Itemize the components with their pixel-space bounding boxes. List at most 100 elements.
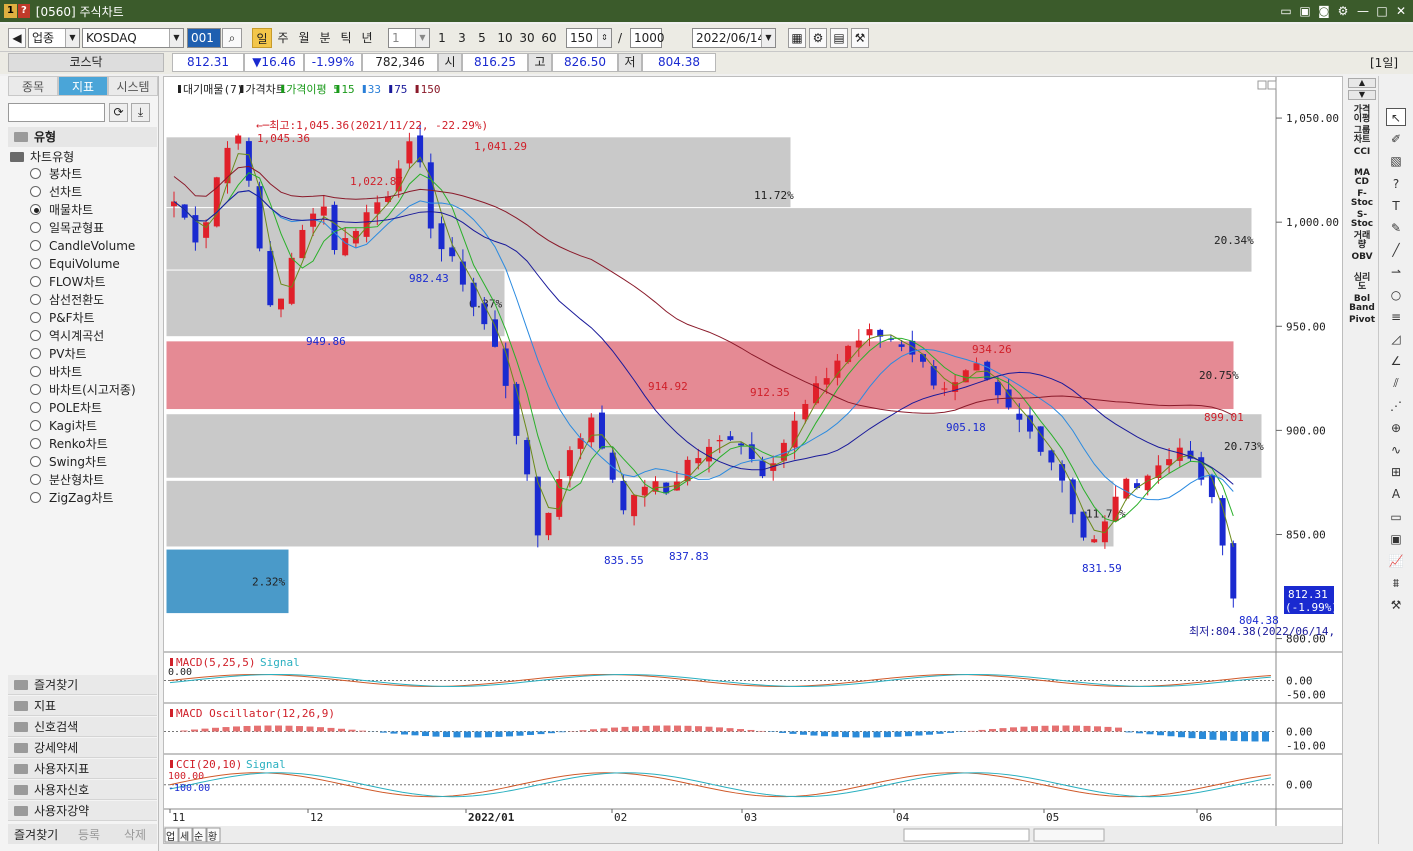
tools-icon[interactable]: ⚒ (851, 28, 869, 48)
radio-icon[interactable] (30, 240, 41, 251)
chart-type-item[interactable]: ZigZag차트 (30, 489, 113, 507)
tool-icon[interactable]: ⚒ (1386, 596, 1406, 614)
channel-icon[interactable]: ⫽ (1386, 374, 1406, 392)
indicator-shortcut[interactable]: Pivot (1348, 316, 1376, 325)
prev-item-button[interactable]: ◀ (8, 28, 26, 48)
interval-60[interactable]: 60 (538, 28, 560, 48)
cursor-line-icon[interactable]: ⇀ (1386, 263, 1406, 281)
scroll-down-icon[interactable]: ▼ (1348, 90, 1376, 100)
print-icon[interactable]: ▤ (830, 28, 848, 48)
radio-icon[interactable] (30, 384, 41, 395)
radio-icon[interactable] (30, 186, 41, 197)
text-icon[interactable]: T (1386, 197, 1406, 215)
radio-icon[interactable] (30, 204, 41, 215)
radio-icon[interactable] (30, 474, 41, 485)
interval-30[interactable]: 30 (516, 28, 538, 48)
radio-icon[interactable] (30, 168, 41, 179)
gann-icon[interactable]: ◿ (1386, 330, 1406, 348)
indicator-shortcut[interactable]: 심리 도 (1348, 274, 1376, 292)
chart-type-item[interactable]: P&F차트 (30, 309, 95, 327)
tab-system[interactable]: 시스템 (108, 76, 158, 96)
radio-icon[interactable] (30, 456, 41, 467)
chart-area[interactable]: 11.72%20.34%6.37%20.75%20.73%11.76%2.32%… (163, 76, 1343, 844)
radio-icon[interactable] (30, 294, 41, 305)
period-month[interactable]: 월 (294, 28, 314, 48)
chart-type-item[interactable]: 분산형차트 (30, 471, 104, 489)
chart-type-item[interactable]: 역시계곡선 (30, 327, 104, 345)
chart-type-item[interactable]: Swing차트 (30, 453, 107, 471)
radio-icon[interactable] (30, 492, 41, 503)
radio-icon[interactable] (30, 402, 41, 413)
period-week[interactable]: 주 (273, 28, 293, 48)
tab-register[interactable]: 등록 (78, 826, 100, 843)
window-close-icon[interactable]: ✕ (1393, 3, 1409, 19)
period-minute[interactable]: 분 (315, 28, 335, 48)
dmi-icon[interactable]: ⩩ (1386, 574, 1406, 592)
indicator-shortcut[interactable]: 가격 이평 (1348, 106, 1376, 124)
gear-icon[interactable]: ⚙ (809, 28, 827, 48)
window-settings-icon[interactable]: ⚙ (1335, 3, 1351, 19)
accordion-item[interactable]: 신호검색 (8, 717, 157, 737)
circle-icon[interactable]: ○ (1386, 286, 1406, 304)
chart-type-item[interactable]: EquiVolume (30, 255, 120, 273)
accordion-item[interactable]: 즐겨찾기 (8, 675, 157, 695)
paint-icon[interactable]: ▧ (1386, 152, 1406, 170)
search-icon[interactable]: ⌕ (222, 28, 242, 48)
tab-stock[interactable]: 종목 (8, 76, 58, 96)
indicator-shortcut[interactable]: Bol Band (1348, 295, 1376, 313)
pen-icon[interactable]: ✎ (1386, 219, 1406, 237)
download-icon[interactable]: ⤓ (131, 103, 150, 122)
period-day[interactable]: 일 (252, 28, 272, 48)
interval-1[interactable]: 1 (432, 28, 452, 48)
interval-10[interactable]: 10 (494, 28, 516, 48)
regression-icon[interactable]: ⋰ (1386, 397, 1406, 415)
chart-save-icon[interactable]: ▦ (788, 28, 806, 48)
count-stepper[interactable]: 150 ⇕ (566, 28, 612, 48)
date-select[interactable]: 2022/06/14 ▼ (692, 28, 776, 48)
chart-svg[interactable]: 11.72%20.34%6.37%20.75%20.73%11.76%2.32%… (164, 77, 1343, 844)
screen-icon[interactable]: ▭ (1386, 508, 1406, 526)
chart-type-item[interactable]: Kagi차트 (30, 417, 97, 435)
eraser-icon[interactable]: ✐ (1386, 130, 1406, 148)
help-icon[interactable]: ? (1386, 175, 1406, 193)
tab-favorites[interactable]: 즐겨찾기 (14, 826, 58, 843)
radio-icon[interactable] (30, 276, 41, 287)
chart-type-item[interactable]: POLE차트 (30, 399, 102, 417)
unit-select[interactable]: 1 ▼ (388, 28, 430, 48)
chart-type-item[interactable]: Renko차트 (30, 435, 108, 453)
indicator-shortcut[interactable]: MA CD (1348, 169, 1376, 187)
chart-type-item[interactable]: CandleVolume (30, 237, 135, 255)
period-tick[interactable]: 틱 (336, 28, 356, 48)
chart-type-item[interactable]: 바차트(시고저종) (30, 381, 136, 399)
window-capture-icon[interactable]: ◙ (1316, 3, 1332, 19)
indicator-shortcut[interactable]: OBV (1348, 253, 1376, 262)
accordion-item[interactable]: 사용자강약 (8, 801, 157, 821)
window-maximize-icon[interactable]: □ (1374, 3, 1390, 19)
period-icon[interactable]: ⊞ (1386, 463, 1406, 481)
radio-icon[interactable] (30, 258, 41, 269)
indicator-search-input[interactable] (8, 103, 105, 122)
total-input[interactable]: 1000 (630, 28, 665, 48)
window-minimize-icon[interactable]: — (1355, 3, 1371, 19)
indicator-shortcut[interactable]: F- Stoc (1348, 190, 1376, 208)
window-tile-icon[interactable]: ▭ (1278, 3, 1294, 19)
angle-icon[interactable]: ∠ (1386, 352, 1406, 370)
accordion-item[interactable]: 지표 (8, 696, 157, 716)
window-layout-icon[interactable]: ▣ (1297, 3, 1313, 19)
fib-icon[interactable]: ≡ (1386, 308, 1406, 326)
chart-type-item[interactable]: FLOW차트 (30, 273, 106, 291)
radio-icon[interactable] (30, 312, 41, 323)
interval-3[interactable]: 3 (452, 28, 472, 48)
chart-type-item[interactable]: 선차트 (30, 183, 82, 201)
accordion-item[interactable]: 강세약세 (8, 738, 157, 758)
chart-type-item[interactable]: 봉차트 (30, 165, 82, 183)
index-select[interactable]: KOSDAQ ▼ (82, 28, 184, 48)
arrow-icon[interactable]: ↖ (1386, 108, 1406, 126)
accordion-item[interactable]: 사용자신호 (8, 780, 157, 800)
indicator-shortcut[interactable]: S- Stoc (1348, 211, 1376, 229)
indicator-shortcut[interactable]: 그룹 차트 (1348, 127, 1376, 145)
radio-icon[interactable] (30, 420, 41, 431)
code-input[interactable]: 001 (187, 28, 221, 48)
refresh-icon[interactable]: ⟳ (109, 103, 128, 122)
tab-delete[interactable]: 삭제 (124, 826, 146, 843)
